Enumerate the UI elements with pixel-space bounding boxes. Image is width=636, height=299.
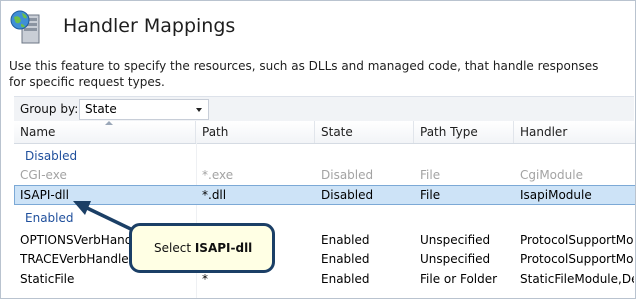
page-description: Use this feature to specify the resource… bbox=[9, 59, 599, 89]
column-header-path-type[interactable]: Path Type bbox=[414, 121, 514, 143]
cell-name: CGI-exe bbox=[20, 168, 67, 182]
group-label-enabled: Enabled bbox=[25, 211, 74, 225]
group-by-bar: Group by: State bbox=[14, 96, 634, 122]
cell-handler: StaticFileModule,DefaultDocumentModule bbox=[520, 272, 634, 286]
callout-text: Select ISAPI-dll bbox=[154, 241, 252, 255]
page-header: Handler Mappings bbox=[9, 9, 609, 49]
group-by-select[interactable]: State bbox=[79, 99, 209, 120]
dropdown-arrow-icon bbox=[196, 108, 202, 112]
cell-path: * bbox=[202, 272, 208, 286]
page-title: Handler Mappings bbox=[63, 15, 236, 37]
cell-path-type: Unspecified bbox=[420, 252, 491, 266]
group-by-label: Group by: bbox=[20, 102, 79, 116]
group-header-disabled[interactable]: Disabled bbox=[14, 147, 635, 165]
cell-state: Enabled bbox=[321, 233, 370, 247]
group-by-value: State bbox=[85, 102, 117, 116]
cell-path-type: File bbox=[420, 168, 441, 182]
cell-state: Enabled bbox=[321, 252, 370, 266]
handler-grid: Name Path State Path Type Handler Disabl… bbox=[14, 121, 635, 298]
table-row[interactable]: StaticFile * Enabled File or Folder Stat… bbox=[14, 270, 635, 290]
instruction-callout: Select ISAPI-dll bbox=[129, 223, 275, 273]
cell-name: ISAPI-dll bbox=[20, 188, 69, 202]
cell-handler: ProtocolSupportModule bbox=[520, 252, 634, 266]
cell-path: *.dll bbox=[202, 188, 227, 202]
column-header-state[interactable]: State bbox=[315, 121, 414, 143]
table-row[interactable]: CGI-exe *.exe Disabled File CgiModule bbox=[14, 166, 635, 186]
column-header-row: Name Path State Path Type Handler bbox=[14, 121, 635, 144]
cell-path-type: File or Folder bbox=[420, 272, 498, 286]
column-header-path[interactable]: Path bbox=[196, 121, 315, 143]
cell-handler: ProtocolSupportModule bbox=[520, 233, 634, 247]
group-header-enabled[interactable]: Enabled bbox=[14, 209, 635, 227]
cell-handler: CgiModule bbox=[520, 168, 583, 182]
cell-path-type: Unspecified bbox=[420, 233, 491, 247]
sort-ascending-icon bbox=[105, 121, 113, 125]
cell-state: Enabled bbox=[321, 272, 370, 286]
column-header-handler[interactable]: Handler bbox=[514, 121, 635, 143]
cell-path-type: File bbox=[420, 188, 441, 202]
cell-state: Disabled bbox=[321, 188, 374, 202]
cell-name: StaticFile bbox=[20, 272, 75, 286]
server-globe-icon bbox=[10, 10, 40, 44]
table-row[interactable]: OPTIONSVerbHandler * Enabled Unspecified… bbox=[14, 231, 635, 251]
cell-path: *.exe bbox=[202, 168, 234, 182]
table-row-selected[interactable]: ISAPI-dll *.dll Disabled File IsapiModul… bbox=[14, 185, 635, 205]
table-row[interactable]: TRACEVerbHandler * Enabled Unspecified P… bbox=[14, 250, 635, 270]
cell-state: Disabled bbox=[321, 168, 374, 182]
cell-handler: IsapiModule bbox=[520, 188, 592, 202]
callout-target: ISAPI-dll bbox=[194, 241, 253, 255]
group-label-disabled: Disabled bbox=[25, 149, 78, 163]
callout-prefix: Select bbox=[154, 241, 195, 255]
handler-mappings-panel: Handler Mappings Use this feature to spe… bbox=[0, 0, 636, 299]
